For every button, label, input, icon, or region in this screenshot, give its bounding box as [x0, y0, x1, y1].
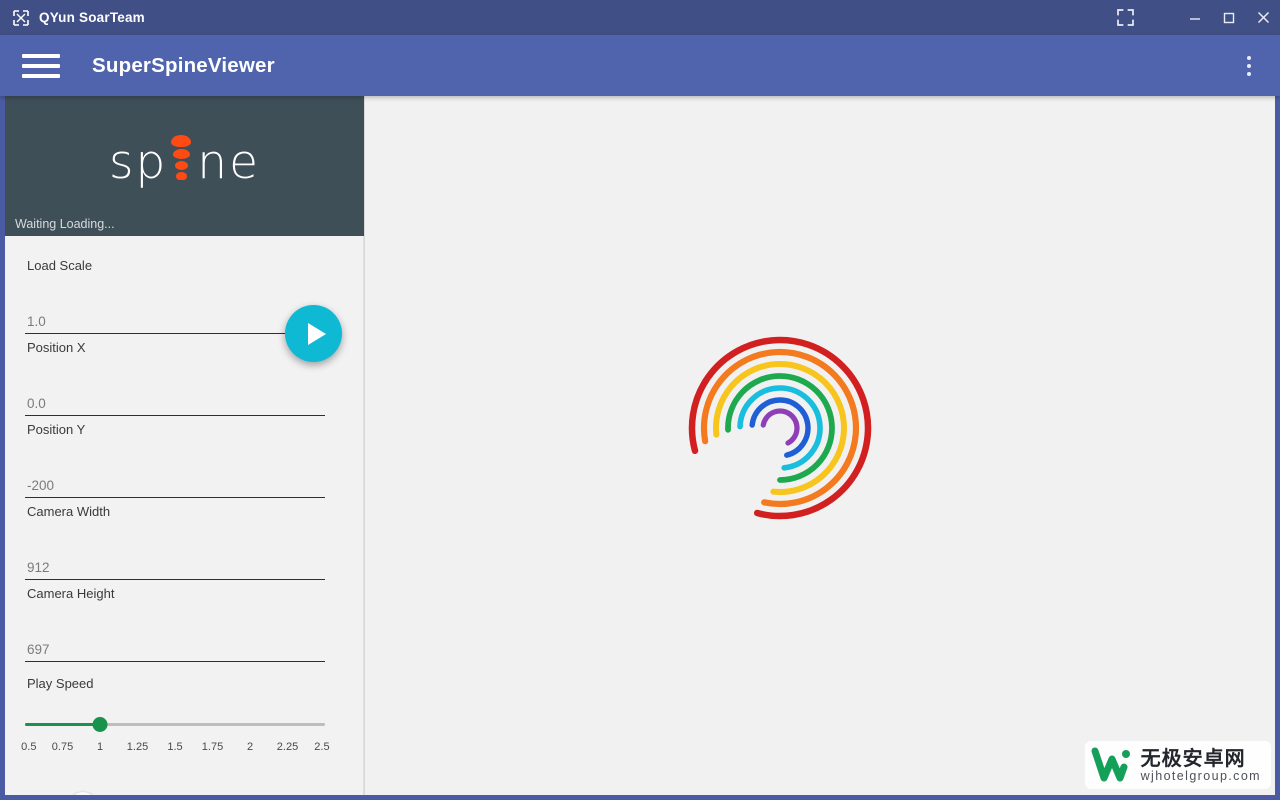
- play-speed-slider[interactable]: [25, 717, 325, 735]
- spine-vertebrae-icon: [170, 135, 192, 191]
- field-value: 1.0: [27, 314, 46, 329]
- field-label: Camera Height: [27, 586, 115, 601]
- spine-logo-text-after: ne: [197, 134, 261, 190]
- spine-logo-text-before: sp: [108, 134, 168, 190]
- watermark-cn: 无极安卓网: [1140, 745, 1246, 770]
- position-x-input[interactable]: 0.0: [25, 364, 325, 416]
- slider-fill: [25, 723, 100, 726]
- slider-tick-labels: 0.5 0.75 1 1.25 1.5 1.75 2 2.25 2.5: [21, 741, 329, 759]
- slider-tick: 1.25: [126, 741, 149, 753]
- toggle-knob: [69, 792, 96, 795]
- fullscreen-icon[interactable]: [1102, 0, 1148, 35]
- play-speed-label: Play Speed: [27, 676, 94, 691]
- field-position-x: Position X 0.0: [25, 334, 325, 416]
- play-speed-block: Play Speed 0.5 0.75 1 1.25 1.5 1.75 2 2.25 2.5: [21, 676, 329, 759]
- spine-logo: sp ne: [109, 133, 260, 191]
- loader-arc: [760, 408, 800, 446]
- panel-header: sp ne Waiting Loading...: [5, 96, 364, 236]
- qyun-logo-icon: [12, 9, 30, 27]
- watermark-text: 无极安卓网 wjhotelgroup.com: [1140, 745, 1261, 783]
- loader-arc: [713, 361, 847, 495]
- slider-tick: 2.5: [314, 741, 330, 753]
- slider-tick: 2.25: [276, 741, 299, 753]
- field-label: Camera Width: [27, 504, 111, 519]
- slider-tick: 0.75: [51, 741, 74, 753]
- field-camera-height: Camera Height 697: [25, 580, 325, 662]
- window-title: QYun SoarTeam: [39, 10, 145, 25]
- watermark: 无极安卓网 wjhotelgroup.com: [1084, 741, 1271, 789]
- slider-tick: 1: [96, 741, 104, 753]
- app-title: SuperSpineViewer: [92, 53, 275, 77]
- loading-status-text: Waiting Loading...: [15, 217, 115, 231]
- camera-width-input[interactable]: 912: [25, 528, 325, 580]
- minimize-icon[interactable]: [1178, 0, 1212, 35]
- play-button[interactable]: [285, 305, 342, 362]
- camera-height-input[interactable]: 697: [25, 610, 325, 662]
- position-y-input[interactable]: -200: [25, 446, 325, 498]
- w-logo-icon: [1091, 747, 1130, 782]
- watermark-en: wjhotelgroup.com: [1140, 768, 1261, 783]
- field-label: Position X: [27, 340, 86, 355]
- slider-tick: 1.75: [201, 741, 224, 753]
- field-camera-width: Camera Width 912: [25, 498, 325, 580]
- play-icon: [307, 322, 326, 345]
- field-value: 697: [27, 642, 50, 657]
- window-body: sp ne Waiting Loading... Load Scale 1.0 …: [0, 96, 1280, 800]
- field-value: 0.0: [27, 396, 46, 411]
- load-scale-input[interactable]: 1.0: [25, 282, 325, 334]
- field-value: 912: [27, 560, 50, 575]
- slider-tick: 0.5: [21, 741, 37, 753]
- field-label: Position Y: [27, 422, 86, 437]
- field-value: -200: [27, 478, 55, 493]
- panel-scrollbar[interactable]: [363, 236, 364, 795]
- maximize-icon[interactable]: [1212, 0, 1246, 35]
- hamburger-menu-icon[interactable]: [20, 50, 62, 82]
- control-panel: sp ne Waiting Loading... Load Scale 1.0 …: [5, 96, 365, 795]
- slider-tick: 1.5: [167, 741, 183, 753]
- field-label: Load Scale: [27, 258, 93, 273]
- app-bar: SuperSpineViewer: [0, 35, 1280, 96]
- field-position-y: Position Y -200: [25, 416, 325, 498]
- rainbow-spiral-loading-icon: [688, 336, 872, 520]
- viewer-canvas[interactable]: 无极安卓网 wjhotelgroup.com: [365, 96, 1275, 795]
- title-bar: QYun SoarTeam: [0, 0, 1280, 35]
- loader-arc: [725, 373, 835, 483]
- slider-thumb[interactable]: [92, 717, 108, 732]
- app-window: QYun SoarTeam SuperSpineViewer sp ne Wai…: [0, 0, 1280, 800]
- close-icon[interactable]: [1246, 0, 1280, 35]
- field-load-scale: Load Scale 1.0: [25, 252, 325, 334]
- slider-tick: 2: [246, 741, 254, 753]
- kebab-menu-icon[interactable]: [1232, 44, 1266, 88]
